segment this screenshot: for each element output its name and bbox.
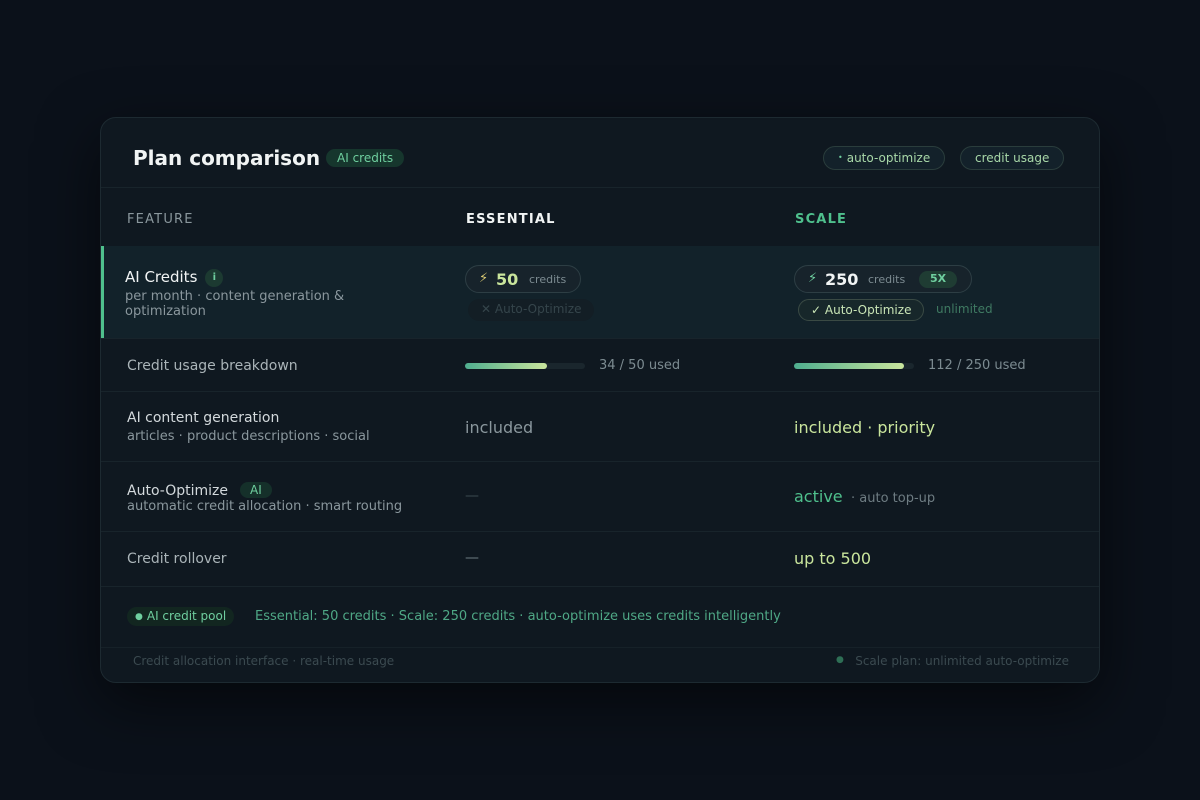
- ai-credit-pool-label: AI credit pool: [146, 609, 227, 623]
- essential-column-header: ESSENTIAL: [466, 212, 556, 227]
- lightning-icon: ⚡: [808, 271, 818, 286]
- status-dot-icon: •: [838, 153, 843, 162]
- essential-auto-optimize-disabled: ✕ Auto-Optimize: [468, 299, 595, 321]
- scale-auto-optimize-value: active: [794, 487, 843, 506]
- ai-credit-pool-tag: ● AI credit pool: [127, 607, 235, 626]
- credit-pool-row: ● AI credit pool Essential: 50 credits · …: [101, 587, 1099, 647]
- content-generation-sub: articles · product descriptions · social: [127, 429, 370, 444]
- essential-auto-optimize-value: —: [465, 488, 479, 504]
- check-icon: ✓: [811, 303, 822, 317]
- scale-credits-unit: credits: [868, 273, 906, 286]
- essential-credits-unit: credits: [529, 273, 567, 286]
- page-title: Plan comparison: [133, 146, 321, 170]
- auto-optimize-sub: automatic credit allocation · smart rout…: [127, 499, 403, 514]
- auto-optimize-button[interactable]: • auto-optimize: [823, 146, 946, 170]
- ai-credits-feature-cell: AI Credits i per month · content generati…: [125, 267, 385, 319]
- footer-dot-icon: ●: [836, 655, 844, 665]
- scale-credits-amount: 250: [825, 270, 859, 289]
- scale-rollover-value: up to 500: [794, 549, 872, 568]
- essential-usage-bar-fill: [465, 363, 547, 369]
- feature-column-header: FEATURE: [127, 212, 194, 227]
- table-row-credit-rollover: Credit rollover — up to 500: [101, 532, 1099, 587]
- ai-credits-sub: per month · content generation & optimiz…: [125, 289, 345, 319]
- scale-content-value: included · priority: [794, 418, 936, 437]
- auto-optimize-label: Auto-Optimize: [127, 483, 228, 499]
- x-icon: ✕: [481, 302, 492, 316]
- scale-column-header: SCALE: [795, 212, 848, 227]
- scale-usage-bar-fill: [794, 363, 905, 369]
- scale-credits-pill: ⚡ 250 credits 5X: [794, 265, 972, 293]
- auto-optimize-feature-cell: Auto-Optimize AI: [127, 480, 272, 499]
- essential-auto-optimize-label: Auto-Optimize: [494, 302, 582, 316]
- lightning-icon: ⚡: [479, 271, 489, 286]
- table-row-content-generation: AI content generation articles · product…: [101, 392, 1099, 462]
- card-header: Plan comparison AI credits • auto-optimiz…: [101, 118, 1099, 188]
- ai-credits-label: AI Credits: [125, 268, 198, 286]
- essential-usage-text: 34 / 50 used: [599, 358, 681, 373]
- scale-auto-optimize-label: Auto-Optimize: [824, 303, 912, 317]
- auto-top-up-note: · auto top-up: [851, 491, 936, 506]
- essential-usage-bar: [465, 363, 585, 369]
- credit-usage-button-label: credit usage: [975, 151, 1050, 165]
- plan-comparison-card: Plan comparison AI credits • auto-optimiz…: [100, 117, 1100, 683]
- essential-rollover-value: —: [465, 550, 479, 566]
- dot-icon: ●: [135, 612, 143, 622]
- table-row-auto-optimize: Auto-Optimize AI automatic credit allocat…: [101, 462, 1099, 532]
- essential-credits-amount: 50: [496, 270, 519, 289]
- content-generation-label: AI content generation: [127, 410, 280, 426]
- essential-content-value: included: [465, 418, 534, 437]
- auto-optimize-button-label: auto-optimize: [846, 151, 931, 165]
- credit-pool-summary: Essential: 50 credits · Scale: 250 credi…: [255, 609, 781, 624]
- credit-usage-button[interactable]: credit usage: [960, 146, 1065, 170]
- essential-credits-pill: ⚡ 50 credits: [465, 265, 581, 293]
- scale-usage-text: 112 / 250 used: [928, 358, 1026, 373]
- multiplier-badge: 5X: [919, 271, 958, 288]
- ai-tag: AI: [239, 482, 272, 498]
- card-footer: Credit allocation interface · real-time …: [101, 647, 1099, 682]
- scale-auto-optimize-toggle[interactable]: ✓ Auto-Optimize: [798, 299, 925, 321]
- footer-right-text: Scale plan: unlimited auto-optimize: [855, 654, 1069, 668]
- table-row-credit-usage: Credit usage breakdown 34 / 50 used 112 …: [101, 339, 1099, 392]
- scale-usage-bar: [794, 363, 914, 369]
- credit-usage-label: Credit usage breakdown: [127, 358, 298, 374]
- ai-credits-badge: AI credits: [326, 149, 405, 167]
- unlimited-note: unlimited: [936, 302, 993, 316]
- credit-rollover-label: Credit rollover: [127, 551, 227, 567]
- table-row-ai-credits: AI Credits i per month · content generati…: [101, 246, 1099, 339]
- info-icon[interactable]: i: [205, 269, 224, 287]
- footer-left-text: Credit allocation interface · real-time …: [133, 654, 395, 668]
